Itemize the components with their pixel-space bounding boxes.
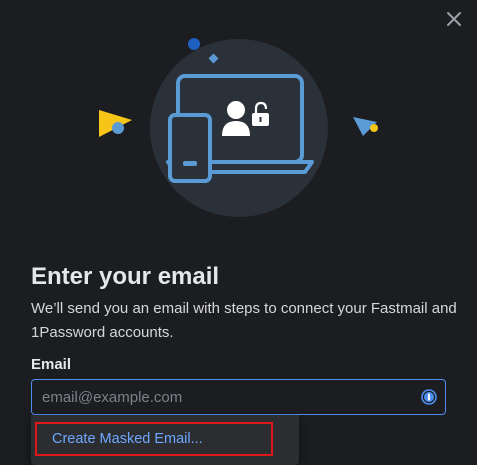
decor-dot-blue xyxy=(188,38,200,50)
email-field[interactable] xyxy=(40,380,414,415)
1password-icon[interactable] xyxy=(421,389,437,405)
decor-dot-left xyxy=(112,122,124,134)
person-head xyxy=(227,101,245,119)
email-label: Email xyxy=(31,356,72,373)
illustration xyxy=(99,38,378,217)
connect-email-dialog: Enter your email We’ll send you an email… xyxy=(0,0,477,465)
email-field-container xyxy=(31,379,446,415)
dialog-title: Enter your email xyxy=(31,263,220,290)
lock-keyhole xyxy=(259,117,262,122)
create-masked-email-option[interactable]: Create Masked Email... xyxy=(35,422,273,456)
phone xyxy=(168,113,212,183)
dialog-description: We’ll send you an email with steps to co… xyxy=(31,300,457,341)
decor-dot-right xyxy=(370,124,378,132)
autofill-menu: Create Masked Email... xyxy=(31,415,299,465)
phone-button xyxy=(183,161,197,166)
